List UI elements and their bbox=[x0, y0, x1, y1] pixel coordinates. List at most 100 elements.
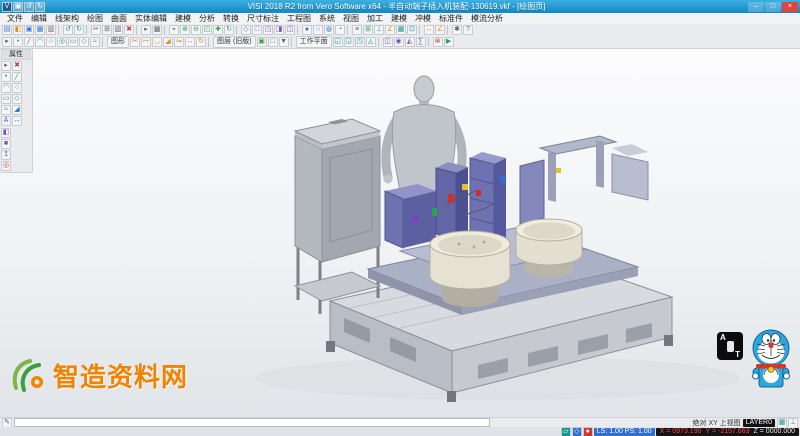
grid-icon[interactable]: ▦ bbox=[396, 25, 406, 35]
move-icon[interactable]: ↔ bbox=[185, 37, 195, 47]
coord-system-icon[interactable]: ▱ bbox=[561, 427, 571, 436]
spline-icon[interactable]: ≈ bbox=[90, 37, 100, 47]
dock-hole-icon[interactable]: ◎ bbox=[1, 161, 11, 171]
menu-item-9[interactable]: 转换 bbox=[219, 13, 243, 24]
paste-icon[interactable]: ▧ bbox=[113, 25, 123, 35]
quick-redo-icon[interactable]: ↻ bbox=[35, 2, 45, 12]
grid-snap-icon[interactable]: ▦ bbox=[777, 418, 787, 428]
measure-angle-icon[interactable]: ∠ bbox=[435, 25, 445, 35]
print-icon[interactable]: ▥ bbox=[46, 25, 56, 35]
dock-solid-icon[interactable]: ■ bbox=[1, 139, 11, 149]
chamfer-icon[interactable]: ◢ bbox=[163, 37, 173, 47]
open-file-icon[interactable]: ◧ bbox=[13, 25, 23, 35]
new-file-icon[interactable]: ▤ bbox=[2, 25, 12, 35]
view-lock-icon[interactable]: ◇ bbox=[572, 427, 582, 436]
record-icon[interactable]: ● bbox=[583, 427, 593, 436]
view-top-icon[interactable]: □ bbox=[252, 25, 262, 35]
circle-icon[interactable]: ○ bbox=[46, 37, 56, 47]
undo-icon[interactable]: ↺ bbox=[63, 25, 73, 35]
render-icon[interactable]: ◉ bbox=[394, 37, 404, 47]
layer-manager-icon[interactable]: ≡ bbox=[352, 25, 362, 35]
dock-spline-icon[interactable]: ≈ bbox=[1, 105, 11, 115]
dock-surface-icon[interactable]: ◧ bbox=[1, 128, 11, 138]
measure-distance-icon[interactable]: ↔ bbox=[424, 25, 434, 35]
options-icon[interactable]: ✱ bbox=[452, 25, 462, 35]
selection-filter-icon[interactable]: ▸ bbox=[141, 25, 151, 35]
menu-item-17[interactable]: 标准件 bbox=[435, 13, 467, 24]
menu-item-11[interactable]: 工程图 bbox=[283, 13, 315, 24]
snap-icon[interactable]: ⊡ bbox=[407, 25, 417, 35]
new-layer-icon[interactable]: ⊞ bbox=[363, 25, 373, 35]
select-all-icon[interactable]: ▩ bbox=[152, 25, 162, 35]
dock-point-icon[interactable]: • bbox=[1, 72, 11, 82]
dock-extrude-icon[interactable]: ↥ bbox=[1, 150, 11, 160]
dock-header-tab[interactable]: 属性 bbox=[1, 49, 31, 60]
active-layer-chip[interactable]: LAYER0 bbox=[743, 419, 775, 427]
menu-item-12[interactable]: 系统 bbox=[315, 13, 339, 24]
rectangle-icon[interactable]: ▭ bbox=[68, 37, 78, 47]
menu-item-6[interactable]: 实体编辑 bbox=[131, 13, 171, 24]
shaded-mode-icon[interactable]: ● bbox=[302, 25, 312, 35]
dock-chamfer-icon[interactable]: ◢ bbox=[12, 105, 22, 115]
zoom-out-icon[interactable]: ⊖ bbox=[191, 25, 201, 35]
dock-polygon-icon[interactable]: ◇ bbox=[12, 94, 22, 104]
quick-save-icon[interactable]: ▣ bbox=[13, 2, 23, 12]
copy-icon[interactable]: ⊞ bbox=[102, 25, 112, 35]
menu-item-14[interactable]: 加工 bbox=[363, 13, 387, 24]
quick-undo-icon[interactable]: ↺ bbox=[24, 2, 34, 12]
layer-on-icon[interactable]: ▣ bbox=[257, 37, 267, 47]
trim-icon[interactable]: ✂ bbox=[130, 37, 140, 47]
ucs-icon[interactable]: ∠ bbox=[385, 25, 395, 35]
pan-icon[interactable]: ✚ bbox=[213, 25, 223, 35]
save-all-icon[interactable]: ▦ bbox=[35, 25, 45, 35]
zoom-in-icon[interactable]: ⊕ bbox=[180, 25, 190, 35]
hidden-line-mode-icon[interactable]: ◍ bbox=[324, 25, 334, 35]
line-icon[interactable]: ╱ bbox=[24, 37, 34, 47]
menu-item-13[interactable]: 视图 bbox=[339, 13, 363, 24]
dock-line-icon[interactable]: ╱ bbox=[12, 72, 22, 82]
extend-icon[interactable]: ↦ bbox=[141, 37, 151, 47]
menu-item-16[interactable]: 冲模 bbox=[411, 13, 435, 24]
delete-icon[interactable]: ✖ bbox=[124, 25, 134, 35]
dock-text-icon[interactable]: A bbox=[1, 116, 11, 126]
view-front-icon[interactable]: ◳ bbox=[263, 25, 273, 35]
section-icon[interactable]: ◫ bbox=[383, 37, 393, 47]
dock-arc-icon[interactable]: ◠ bbox=[1, 83, 11, 93]
workplane-3pt-icon[interactable]: ◬ bbox=[366, 37, 376, 47]
workplane-xz-icon[interactable]: ◲ bbox=[344, 37, 354, 47]
arc-icon[interactable]: ◠ bbox=[35, 37, 45, 47]
ellipse-icon[interactable]: ◎ bbox=[57, 37, 67, 47]
app-logo-icon[interactable]: V bbox=[2, 2, 12, 12]
view-right-icon[interactable]: ◨ bbox=[274, 25, 284, 35]
redo-icon[interactable]: ↻ bbox=[74, 25, 84, 35]
transparency-mode-icon[interactable]: ◔ bbox=[335, 25, 345, 35]
workplane-yz-icon[interactable]: ◳ bbox=[355, 37, 365, 47]
fillet-icon[interactable]: ◡ bbox=[152, 37, 162, 47]
menu-item-1[interactable]: 文件 bbox=[3, 13, 27, 24]
maximize-button[interactable]: □ bbox=[765, 2, 781, 12]
menu-item-18[interactable]: 模流分析 bbox=[467, 13, 507, 24]
dock-dimension-icon[interactable]: ↔ bbox=[12, 116, 22, 126]
menu-item-8[interactable]: 分析 bbox=[195, 13, 219, 24]
zoom-fit-icon[interactable]: ⌖ bbox=[169, 25, 179, 35]
help-icon[interactable]: ? bbox=[463, 25, 473, 35]
command-input[interactable] bbox=[14, 418, 490, 427]
simulation-icon[interactable]: ▶ bbox=[444, 37, 454, 47]
view-back-icon[interactable]: ◫ bbox=[285, 25, 295, 35]
workplane-icon[interactable]: ⊥ bbox=[374, 25, 384, 35]
dock-rectangle-icon[interactable]: ▭ bbox=[1, 94, 11, 104]
layer-off-icon[interactable]: □ bbox=[268, 37, 278, 47]
dock-circle-icon[interactable]: ○ bbox=[12, 83, 22, 93]
minimize-button[interactable]: – bbox=[748, 2, 764, 12]
menu-item-2[interactable]: 编辑 bbox=[27, 13, 51, 24]
machining-icon[interactable]: ⊗ bbox=[433, 37, 443, 47]
mass-properties-icon[interactable]: ∑ bbox=[416, 37, 426, 47]
dock-erase-icon[interactable]: ✖ bbox=[12, 61, 22, 71]
menu-item-3[interactable]: 线架构 bbox=[51, 13, 83, 24]
mirror-icon[interactable]: ⇋ bbox=[174, 37, 184, 47]
wireframe-mode-icon[interactable]: ○ bbox=[313, 25, 323, 35]
rotate-view-icon[interactable]: ↻ bbox=[224, 25, 234, 35]
workplane-xy-icon[interactable]: ◱ bbox=[333, 37, 343, 47]
menu-item-5[interactable]: 曲面 bbox=[107, 13, 131, 24]
point-icon[interactable]: • bbox=[13, 37, 23, 47]
